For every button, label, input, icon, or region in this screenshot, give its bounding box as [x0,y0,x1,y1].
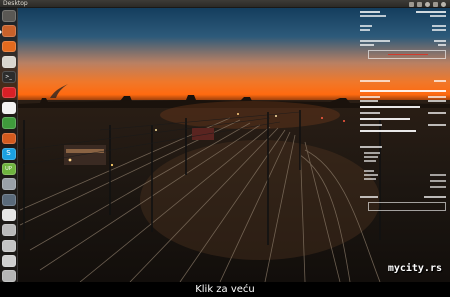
conky-bar-1 [360,90,446,92]
skype-icon[interactable]: S [1,147,16,160]
usb-drive-icon[interactable] [1,224,16,237]
conky-cpu-graph-line [388,54,428,55]
workspace-switcher-icon[interactable] [1,193,16,206]
trash-icon[interactable] [1,270,16,282]
conky-bar-2 [360,106,420,108]
conky-ram-value [432,29,446,31]
conky-net-row-6 [364,178,376,180]
conky-network-label [360,146,382,148]
conky-hostname-line [360,11,380,13]
conky-cpu-value [432,25,446,27]
system-settings-icon[interactable] [1,178,16,191]
conky-disk-value [424,196,446,198]
conky-bar-4 [360,130,416,132]
dvd-drive-icon[interactable] [1,209,16,221]
messaging-indicator-icon[interactable] [433,1,438,7]
conky-proc-value-2 [428,100,446,102]
conky-proc-row-3 [360,112,380,114]
files-icon[interactable] [0,25,16,38]
volume-indicator-icon[interactable] [425,1,430,7]
conky-net-value-1 [430,174,446,176]
conky-temp-label [360,40,390,42]
terminal-glyph: >_ [5,73,12,80]
text-editor-icon[interactable] [1,55,16,68]
conky-fan-label [360,44,374,46]
conky-os-line [416,11,446,13]
conky-net-value-2 [430,180,446,182]
firefox-icon[interactable] [1,40,16,53]
conky-disk-graph [368,202,446,211]
conky-temp-value [434,40,446,42]
active-window-title: Desktop [3,0,28,7]
conky-proc-value-1 [428,96,446,98]
conky-proc-value-3 [428,112,446,114]
top-panel: Desktop [0,0,450,8]
dash-home-icon[interactable] [1,10,16,22]
libreoffice-writer-icon[interactable] [1,101,16,114]
enlarge-link[interactable]: Klik za veću [0,282,450,297]
conky-proc-row-4 [360,124,382,126]
unity-launcher: >_ S UP [0,8,18,282]
libreoffice-calc-icon[interactable] [1,117,16,129]
conky-proc-row-2 [360,100,378,102]
indicator-area [409,1,446,7]
conky-net-row-2 [364,156,378,158]
desktop-screen: Desktop >_ S UP mycity.rs [0,0,450,282]
libreoffice-impress-icon[interactable] [1,132,16,145]
conky-net-row-5 [364,174,378,176]
conky-proc-row-1 [360,96,380,98]
conky-ram-label [360,29,370,31]
conky-fan-value [438,44,446,46]
terminal-icon[interactable]: >_ [1,71,16,84]
upwork-glyph: UP [5,165,12,172]
session-indicator-icon[interactable] [441,1,446,7]
keyboard-indicator-icon[interactable] [417,1,422,7]
conky-bar-3 [360,118,410,120]
skype-glyph: S [6,149,11,158]
conky-net-row-4 [364,170,374,172]
conky-processes-label [360,80,390,82]
conky-processes-value [434,80,446,82]
network-indicator-icon[interactable] [409,1,414,7]
hard-drive-icon[interactable] [1,239,16,252]
conky-proc-value-4 [428,124,446,126]
watermark: mycity.rs [387,263,442,274]
conky-uptime-line [430,15,446,17]
conky-net-row-3 [364,160,376,162]
conky-net-value-3 [430,186,446,188]
upwork-icon[interactable]: UP [1,163,16,175]
conky-disk-label [360,196,378,198]
conky-kernel-line [360,15,386,17]
removable-drive-icon[interactable] [1,255,16,267]
conky-net-row-1 [364,152,380,154]
conky-cpu-label [360,25,372,27]
conky-system-monitor [358,10,448,215]
opera-icon[interactable] [1,86,16,99]
